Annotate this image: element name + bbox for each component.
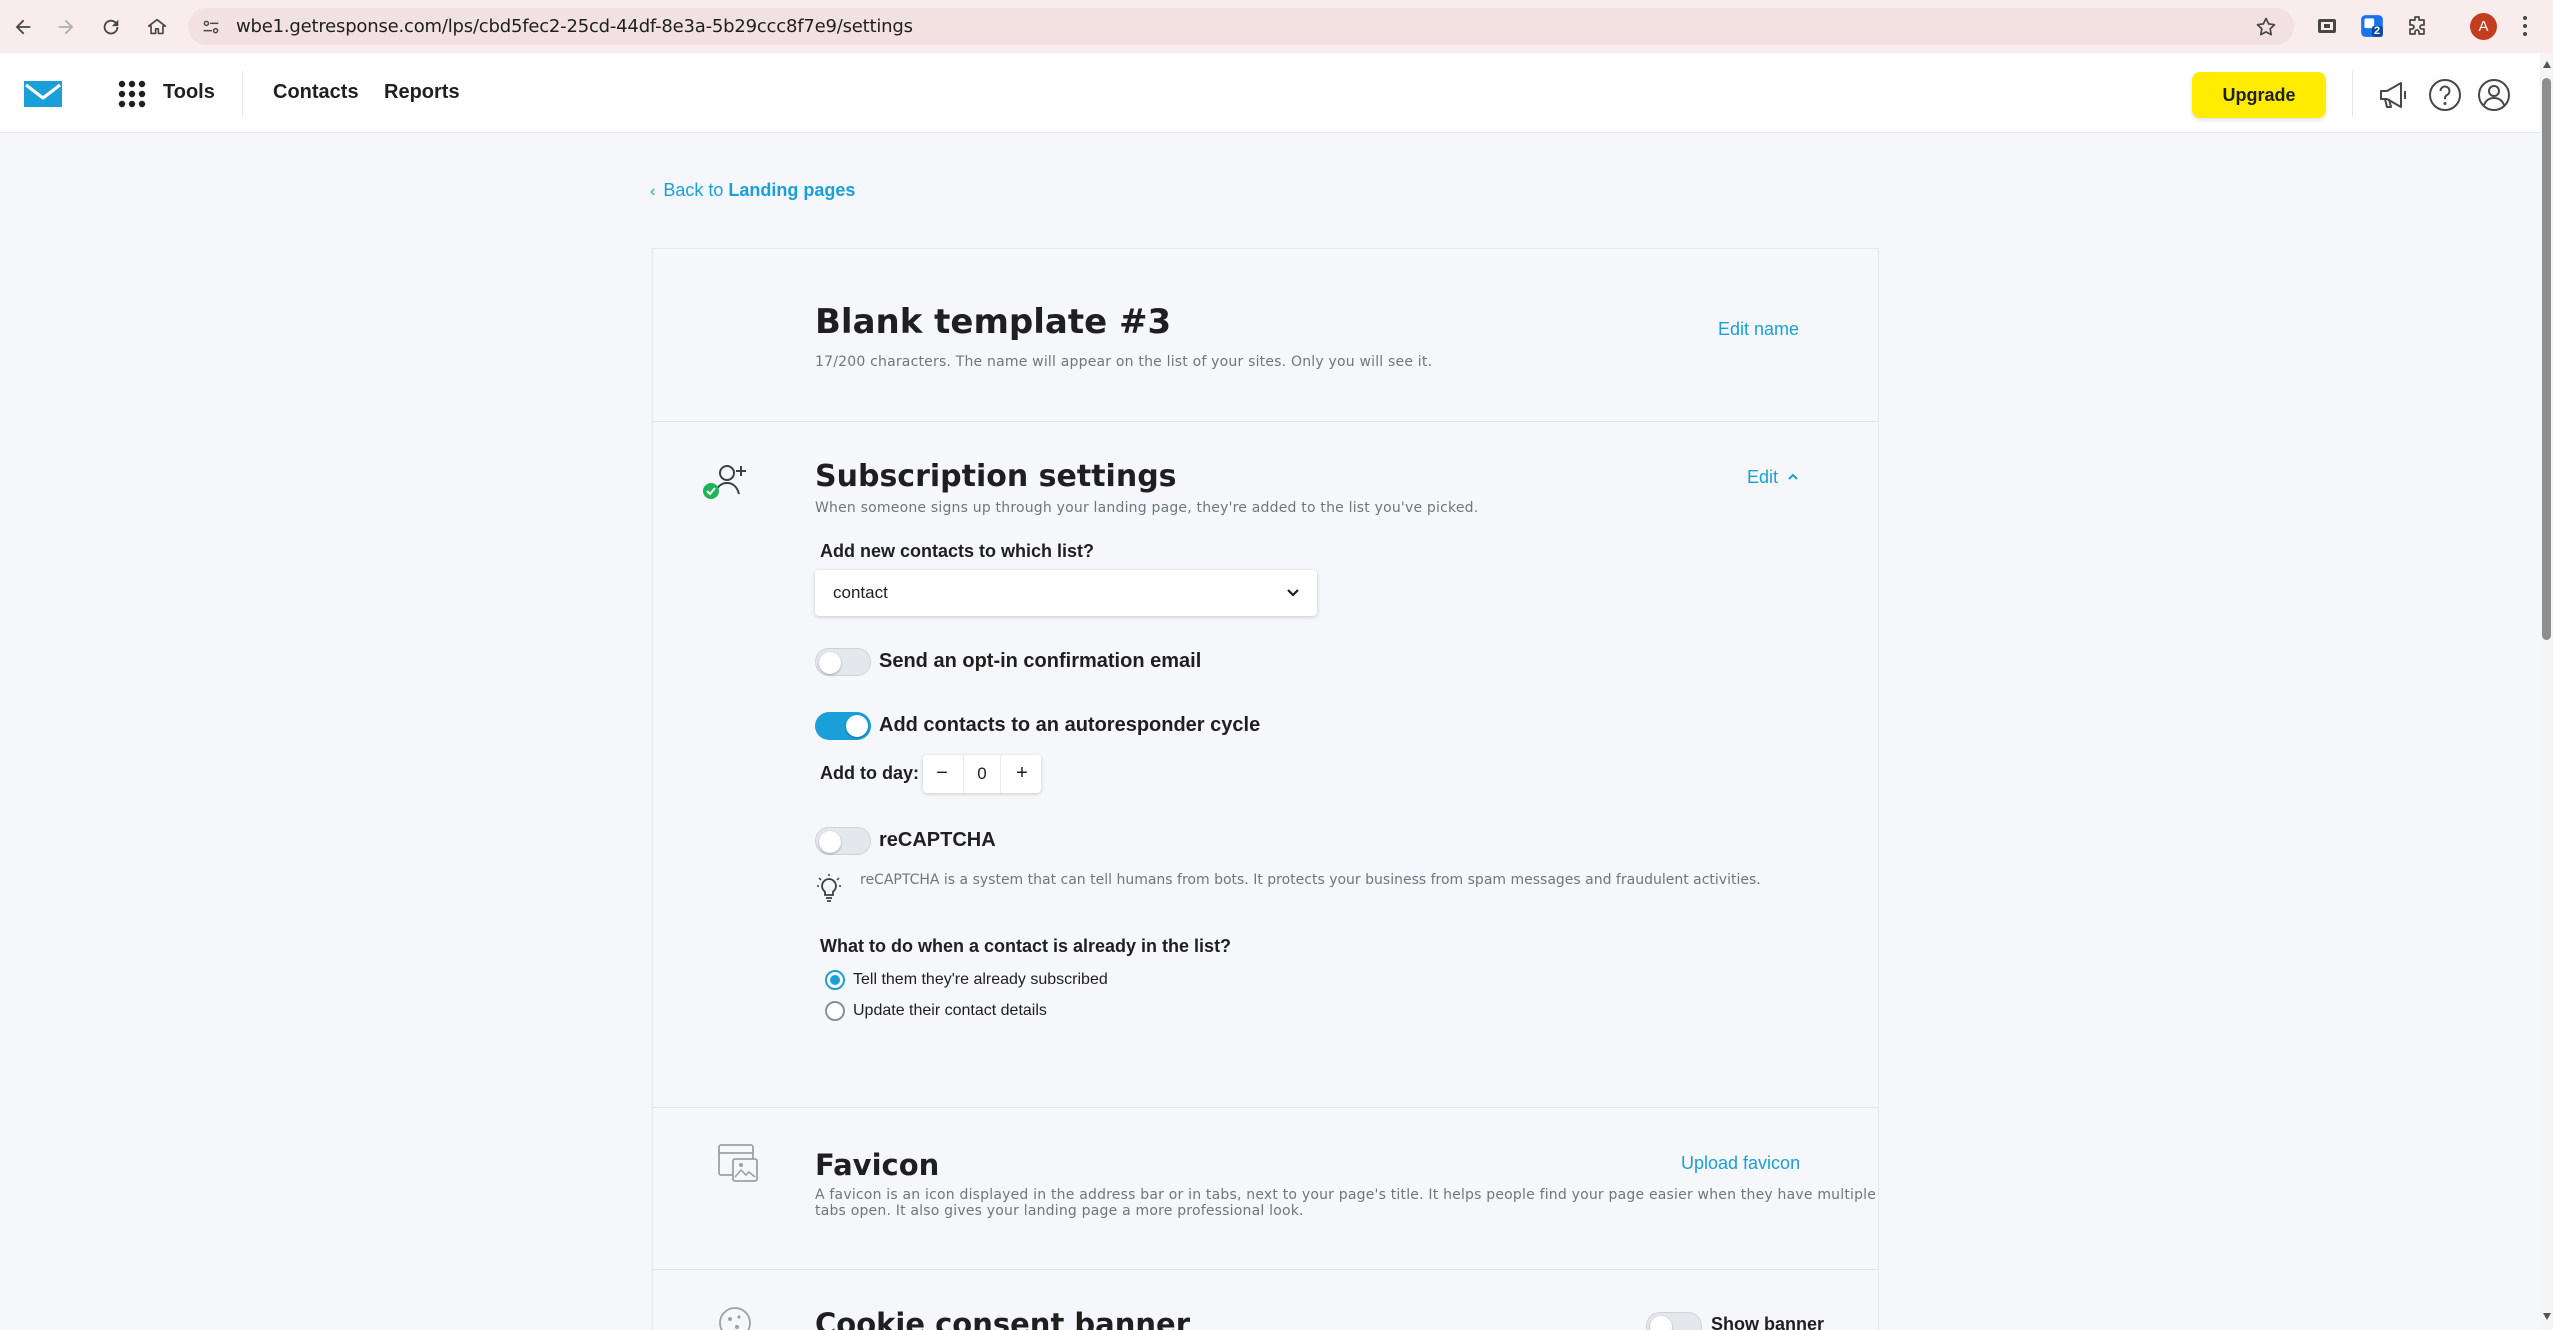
scroll-up-arrow-icon[interactable]	[2543, 61, 2551, 68]
radio-button[interactable]	[825, 970, 845, 990]
selected-list-value: contact	[833, 583, 888, 602]
add-user-icon	[703, 465, 746, 499]
favicon-heading: Favicon	[815, 1148, 940, 1182]
page-name-description: 17/200 characters. The name will appear …	[815, 354, 1433, 370]
header-divider	[2352, 71, 2353, 117]
back-target: Landing pages	[728, 180, 856, 200]
chevron-up-icon	[1788, 473, 1798, 480]
decrement-button[interactable]: −	[923, 755, 961, 793]
puzzle-extensions-icon[interactable]	[2403, 12, 2431, 40]
section-divider	[653, 1269, 1878, 1270]
edit-name-link[interactable]: Edit name	[1718, 319, 1799, 340]
increment-button[interactable]: +	[1003, 755, 1041, 793]
nav-reports[interactable]: Reports	[384, 81, 460, 104]
subscription-settings-heading: Subscription settings	[815, 459, 1177, 494]
optin-email-label: Send an opt-in confirmation email	[879, 650, 1202, 672]
megaphone-icon[interactable]	[2376, 77, 2412, 113]
profile-avatar[interactable]: A	[2470, 13, 2497, 40]
toggle-knob	[819, 652, 841, 674]
show-banner-toggle[interactable]	[1646, 1312, 1702, 1330]
favicon-image-icon	[718, 1144, 758, 1182]
settings-card: Blank template #3 17/200 characters. The…	[652, 248, 1879, 1330]
chevron-left-icon: ‹	[650, 183, 656, 200]
recaptcha-hint: reCAPTCHA is a system that can tell huma…	[860, 872, 1761, 888]
home-icon[interactable]	[142, 12, 172, 42]
scroll-thumb[interactable]	[2542, 78, 2551, 640]
add-to-day-label: Add to day:	[820, 763, 919, 783]
back-prefix: Back to	[663, 180, 724, 200]
toggle-knob	[846, 715, 868, 737]
radio-label: Tell them they're already subscribed	[853, 971, 1108, 988]
header-divider	[242, 71, 243, 117]
contact-list-select[interactable]: contact	[815, 570, 1317, 616]
subscription-description: When someone signs up through your landi…	[815, 500, 1479, 516]
optin-email-toggle[interactable]	[815, 648, 871, 676]
chevron-down-icon	[1287, 589, 1299, 597]
toggle-knob	[1650, 1316, 1672, 1330]
browser-menu-icon[interactable]	[2522, 14, 2528, 38]
add-to-day-input[interactable]: 0	[963, 755, 1001, 793]
help-icon[interactable]	[2427, 77, 2463, 113]
url-text[interactable]: wbe1.getresponse.com/lps/cbd5fec2-25cd-4…	[236, 16, 913, 37]
browser-toolbar: wbe1.getresponse.com/lps/cbd5fec2-25cd-4…	[0, 0, 2553, 53]
site-info-icon[interactable]	[200, 16, 222, 38]
section-divider	[653, 1107, 1878, 1108]
address-bar[interactable]: wbe1.getresponse.com/lps/cbd5fec2-25cd-4…	[188, 8, 2294, 45]
autoresponder-toggle[interactable]	[815, 712, 871, 740]
favicon-description-line1: A favicon is an icon displayed in the ad…	[815, 1187, 1877, 1203]
section-divider	[653, 421, 1878, 422]
list-select-label: Add new contacts to which list?	[820, 541, 1095, 561]
extension-icon[interactable]	[2313, 12, 2341, 40]
nav-contacts[interactable]: Contacts	[273, 81, 359, 104]
upload-favicon-link[interactable]: Upload favicon	[1681, 1153, 1800, 1174]
radio-button[interactable]	[825, 1001, 845, 1021]
tools-grid-icon[interactable]	[118, 80, 146, 108]
cookie-banner-heading: Cookie consent banner	[815, 1307, 1191, 1330]
forward-arrow-icon[interactable]	[51, 12, 81, 42]
radio-label: Update their contact details	[853, 1002, 1047, 1019]
recaptcha-toggle[interactable]	[815, 827, 871, 855]
cookie-icon	[719, 1307, 751, 1330]
favicon-description-line2: tabs open. It also gives your landing pa…	[815, 1203, 1304, 1219]
page-scrollbar[interactable]	[2540, 53, 2553, 1330]
recaptcha-label: reCAPTCHA	[879, 829, 996, 851]
upgrade-button[interactable]: Upgrade	[2192, 72, 2326, 118]
duplicate-contact-question: What to do when a contact is already in …	[820, 936, 1232, 956]
extension-badge: 2	[2374, 25, 2381, 37]
back-to-landing-pages-link[interactable]: ‹ Back to Landing pages	[650, 180, 855, 201]
edit-subscription-link[interactable]: Edit	[1747, 467, 1799, 488]
getresponse-logo-icon[interactable]	[22, 79, 64, 109]
autoresponder-label: Add contacts to an autoresponder cycle	[879, 714, 1261, 736]
lightbulb-icon	[817, 874, 841, 902]
page-title: Blank template #3	[815, 302, 1172, 342]
bookmark-star-icon[interactable]	[2254, 15, 2278, 39]
reload-icon[interactable]	[96, 12, 126, 42]
toggle-knob	[819, 831, 841, 853]
scroll-down-arrow-icon[interactable]	[2543, 1313, 2551, 1320]
account-icon[interactable]	[2476, 77, 2512, 113]
show-banner-label: Show banner	[1711, 1314, 1825, 1330]
tab-counter-extension-icon[interactable]: 2	[2358, 12, 2386, 40]
edit-label: Edit	[1747, 467, 1779, 487]
tools-menu[interactable]: Tools	[163, 81, 215, 104]
back-arrow-icon[interactable]	[8, 12, 38, 42]
add-to-day-stepper: − 0 +	[923, 755, 1041, 793]
app-header: Tools Contacts Reports Upgrade	[0, 53, 2540, 133]
